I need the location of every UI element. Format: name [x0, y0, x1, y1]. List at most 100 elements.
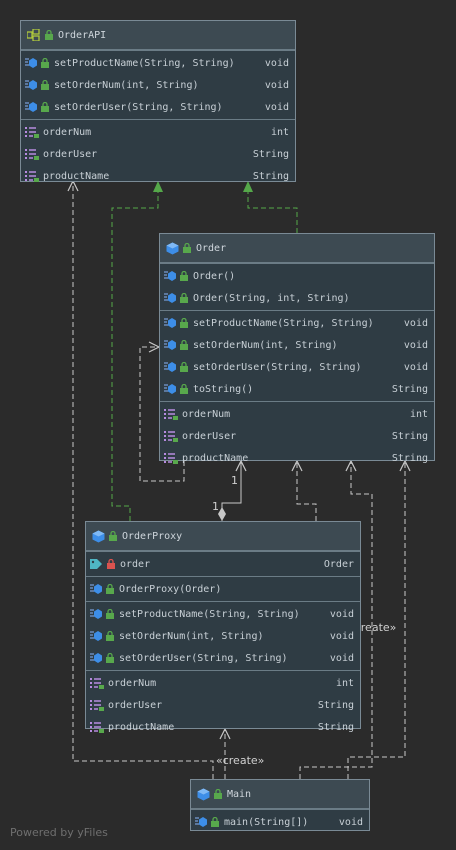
class-header: Main: [191, 780, 369, 809]
method-icon: [25, 101, 37, 113]
property-icon: [90, 721, 104, 733]
method-icon: [164, 383, 176, 395]
property-row[interactable]: orderNum int: [21, 121, 295, 143]
method-icon: [164, 317, 176, 329]
lock-icon: [109, 531, 117, 541]
method-row[interactable]: setOrderNum(int, String) void: [160, 334, 434, 356]
method-row[interactable]: setProductName(String, String) void: [160, 312, 434, 334]
properties-section: orderNum int orderUser String productNam…: [86, 670, 360, 739]
property-type: String: [391, 430, 428, 442]
lock-icon: [41, 102, 49, 112]
field-type: Order: [323, 558, 354, 570]
method-row[interactable]: setOrderNum(int, String) void: [86, 625, 360, 647]
field-row[interactable]: order Order: [86, 553, 360, 575]
lock-icon: [106, 584, 114, 594]
methods-section: setProductName(String, String) void setO…: [86, 601, 360, 670]
edge-order-implements-orderapi: [243, 181, 298, 233]
property-row[interactable]: orderUser String: [86, 694, 360, 716]
class-header: OrderProxy: [86, 522, 360, 551]
methods-section: setProductName(String, String) void setO…: [21, 50, 295, 119]
properties-section: orderNum int orderUser String productNam…: [21, 119, 295, 188]
property-name: productName: [43, 170, 110, 182]
method-return-type: void: [264, 57, 289, 69]
constructor-row[interactable]: OrderProxy(Order): [86, 578, 360, 600]
constructor-row[interactable]: Order(): [160, 265, 434, 287]
method-row[interactable]: setProductName(String, String) void: [86, 603, 360, 625]
class-icon: [166, 242, 179, 255]
lock-icon: [45, 30, 53, 40]
class-title: Main: [227, 788, 252, 800]
property-row[interactable]: productName String: [21, 165, 295, 187]
method-row[interactable]: toString() String: [160, 378, 434, 400]
lock-icon: [180, 271, 188, 281]
methods-section: main(String[]) void: [191, 809, 369, 834]
method-row[interactable]: main(String[]) void: [191, 811, 369, 833]
property-row[interactable]: orderUser String: [21, 143, 295, 165]
constructor-row[interactable]: Order(String, int, String): [160, 287, 434, 309]
class-title: OrderProxy: [122, 530, 183, 542]
method-row[interactable]: setOrderUser(String, String) void: [21, 96, 295, 118]
method-row[interactable]: setProductName(String, String) void: [21, 52, 295, 74]
lock-icon: [211, 817, 219, 827]
method-name: main(String[]): [224, 816, 309, 828]
property-row[interactable]: productName String: [86, 716, 360, 738]
method-return-type: void: [403, 317, 428, 329]
constructors-section: OrderProxy(Order): [86, 576, 360, 601]
method-return-type: void: [403, 361, 428, 373]
method-return-type: String: [391, 383, 428, 395]
method-return-type: void: [264, 79, 289, 91]
property-type: String: [317, 699, 354, 711]
constructors-section: Order() Order(String, int, String): [160, 263, 434, 310]
field-tag-icon: [90, 558, 103, 570]
class-node-main[interactable]: Main main(String[]) void: [190, 779, 370, 831]
property-icon: [164, 430, 178, 442]
property-type: int: [270, 126, 289, 138]
property-type: String: [252, 170, 289, 182]
method-row[interactable]: setOrderUser(String, String) void: [86, 647, 360, 669]
method-icon: [25, 57, 37, 69]
constructor-name: OrderProxy(Order): [119, 583, 222, 595]
property-row[interactable]: orderNum int: [86, 672, 360, 694]
property-icon: [90, 699, 104, 711]
method-name: setOrderUser(String, String): [193, 361, 362, 373]
edge-orderproxy-aggregates-order: [218, 459, 247, 521]
property-type: String: [391, 452, 428, 464]
method-return-type: void: [264, 101, 289, 113]
lock-icon: [180, 293, 188, 303]
method-name: setOrderNum(int, String): [54, 79, 199, 91]
constructor-name: Order(String, int, String): [193, 292, 350, 304]
method-icon: [164, 339, 176, 351]
methods-section: setProductName(String, String) void setO…: [160, 310, 434, 401]
lock-icon: [180, 318, 188, 328]
property-type: String: [252, 148, 289, 160]
method-name: setProductName(String, String): [54, 57, 235, 69]
class-icon: [197, 788, 210, 801]
property-row[interactable]: orderNum int: [160, 403, 434, 425]
property-name: orderNum: [43, 126, 92, 138]
property-row[interactable]: orderUser String: [160, 425, 434, 447]
method-icon: [164, 361, 176, 373]
method-icon: [90, 630, 102, 642]
method-row[interactable]: setOrderNum(int, String) void: [21, 74, 295, 96]
method-name: setOrderUser(String, String): [119, 652, 288, 664]
class-node-order[interactable]: Order Order() Order(String, int, String)…: [159, 233, 435, 464]
edge-orderproxy-depends-order: [291, 459, 317, 521]
property-name: productName: [108, 721, 175, 733]
property-name: orderNum: [182, 408, 231, 420]
method-icon: [90, 652, 102, 664]
class-node-orderproxy[interactable]: OrderProxy order Order OrderProxy(Order)…: [85, 521, 361, 733]
method-name: setOrderNum(int, String): [119, 630, 264, 642]
label-multiplicity-order: 1: [231, 474, 238, 487]
powered-by-label: Powered by yFiles: [10, 826, 108, 839]
property-row[interactable]: productName String: [160, 447, 434, 469]
property-icon: [164, 408, 178, 420]
class-node-orderapi[interactable]: OrderAPI setProductName(String, String) …: [20, 20, 296, 182]
method-name: setOrderUser(String, String): [54, 101, 223, 113]
lock-icon: [106, 631, 114, 641]
method-row[interactable]: setOrderUser(String, String) void: [160, 356, 434, 378]
lock-icon: [106, 609, 114, 619]
method-return-type: void: [329, 608, 354, 620]
method-name: setProductName(String, String): [193, 317, 374, 329]
label-create-proxy: «create»: [216, 754, 265, 767]
class-title: OrderAPI: [58, 29, 107, 41]
